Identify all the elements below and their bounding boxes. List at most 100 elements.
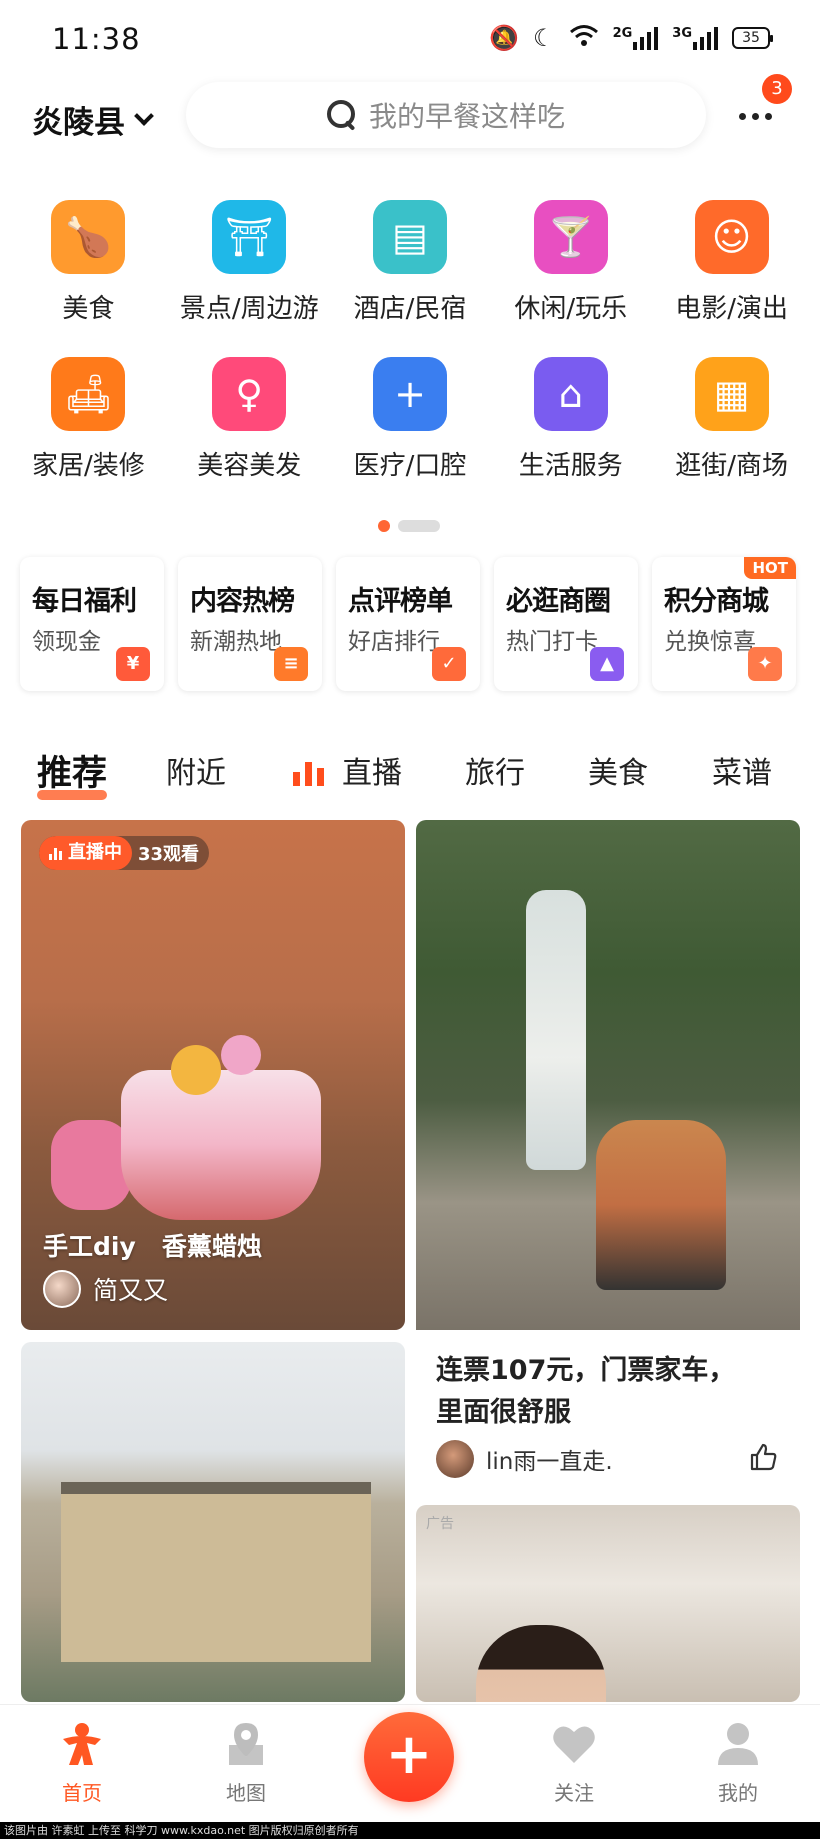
location-selector[interactable]: 炎陵县 (32, 97, 154, 142)
search-input[interactable]: 我的早餐这样吃 (186, 82, 706, 148)
category-label: 美容美发 (197, 451, 302, 481)
nav-follow[interactable]: 关注 (524, 1719, 624, 1806)
thumbs-up-icon[interactable] (748, 1442, 778, 1472)
status-bar: 11:38 🔕 ☾ 2G 3G 35 (0, 0, 820, 80)
live-bars-icon (293, 760, 325, 786)
person-icon (718, 1723, 758, 1765)
feed-card-travel[interactable]: 连票107元，门票家车，里面很舒服 lin雨一直走. (416, 820, 800, 1492)
tab-travel[interactable]: 旅行 (465, 748, 525, 792)
search-icon (326, 100, 357, 130)
ad-label: 广告 (426, 1516, 454, 1532)
map-icon (229, 1723, 263, 1765)
cat-face-icon: ☺ (694, 200, 769, 274)
avatar (43, 1270, 81, 1308)
promo-card[interactable]: 必逛商圈 热门打卡 ▲ (494, 557, 638, 691)
signal-3g-icon: 3G (672, 26, 718, 50)
card-title: 手工diy 香薰蜡烛 (43, 1232, 262, 1261)
card-title: 连票107元，门票家车，里面很舒服 (436, 1355, 736, 1428)
feed-card-ad[interactable]: 广告 (416, 1505, 800, 1702)
category-grid: 🍗 美食 ⛩ 景点/周边游 ▤ 酒店/民宿 🍸 休闲/玩乐 ☺ 电影/演出 🛋 家居/装修 ♀ 美容美发 +… (8, 200, 812, 482)
category-label: 景点/周边游 (179, 294, 319, 324)
feed-card-live[interactable]: 直播中 33观看 手工diy 香薰蜡烛 简又又 (21, 820, 405, 1330)
category-label: 酒店/民宿 (353, 294, 467, 324)
tab-live[interactable]: 直播 (342, 748, 402, 792)
promo-card[interactable]: 每日福利 领现金 ¥ (20, 557, 164, 691)
roast-chicken-icon: 🍗 (51, 200, 126, 274)
mall-icon: ▦ (694, 357, 769, 431)
district-icon: ▲ (590, 647, 624, 681)
home-mascot-icon (63, 1723, 101, 1765)
signal-2g-icon: 2G (613, 26, 659, 50)
search-placeholder: 我的早餐这样吃 (368, 100, 565, 133)
feed-tabs: 推荐 附近 直播 旅行 美食 菜谱 (0, 748, 820, 808)
category-item[interactable]: ⌂ 生活服务 (490, 357, 651, 482)
category-item[interactable]: ☺ 电影/演出 (651, 200, 812, 325)
category-label: 家居/装修 (32, 451, 145, 481)
category-item[interactable]: ♀ 美容美发 (169, 357, 330, 482)
hot-list-icon: ≡ (274, 647, 308, 681)
nav-home[interactable]: 首页 (32, 1719, 132, 1806)
tab-recipe[interactable]: 菜谱 (712, 748, 772, 792)
nav-label-follow: 关注 (554, 1781, 594, 1805)
notification-badge: 3 (762, 74, 792, 104)
category-item[interactable]: ▤ 酒店/民宿 (330, 200, 491, 325)
live-label: 直播中 (68, 842, 122, 863)
interior-image (416, 1505, 800, 1702)
category-item[interactable]: 🍸 休闲/玩乐 (490, 200, 651, 325)
category-label: 医疗/口腔 (353, 451, 467, 481)
category-item[interactable]: ▦ 逛街/商场 (651, 357, 812, 482)
cocktail-icon: 🍸 (533, 200, 608, 274)
card-author[interactable]: lin雨一直走. (436, 1440, 613, 1478)
promo-title: 积分商城 (664, 586, 769, 617)
feed-card-building[interactable] (21, 1342, 405, 1702)
category-label: 美食 (62, 294, 115, 324)
nav-map[interactable]: 地图 (196, 1719, 296, 1806)
watermark-bar: 该图片由 许素虹 上传至 科学刀 www.kxdao.net 图片版权归原创者所… (0, 1822, 820, 1839)
nav-profile[interactable]: 我的 (688, 1719, 788, 1806)
sofa-icon: 🛋 (51, 357, 126, 431)
tab-nearby[interactable]: 附近 (166, 748, 226, 792)
red-envelope-icon: ¥ (116, 647, 150, 681)
author-name: lin雨一直走. (486, 1449, 613, 1475)
hotel-icon: ▤ (372, 200, 447, 274)
tab-recommend[interactable]: 推荐 (37, 745, 107, 796)
live-mini-icon (49, 847, 62, 860)
points-mall-icon: ✦ (748, 647, 782, 681)
add-post-button[interactable]: + (364, 1712, 454, 1802)
live-badge: 直播中 33观看 (39, 836, 210, 870)
battery-icon: 35 (732, 27, 773, 49)
heart-icon (553, 1726, 595, 1763)
status-icons: 🔕 ☾ 2G 3G 35 (489, 24, 773, 52)
nav-label-map: 地图 (226, 1781, 266, 1805)
category-item[interactable]: + 医疗/口腔 (330, 357, 491, 482)
viewer-count: 33观看 (138, 844, 200, 865)
promo-card[interactable]: 点评榜单 好店排行 ✓ (336, 557, 480, 691)
promo-title: 必逛商圈 (506, 586, 611, 617)
promo-title: 内容热榜 (190, 586, 295, 617)
promo-title: 每日福利 (32, 586, 137, 617)
card-author[interactable]: 简又又 (43, 1270, 168, 1308)
promo-card[interactable]: 积分商城 兑换惊喜 ✦ HOT (652, 557, 796, 691)
mute-bell-icon: 🔕 (489, 24, 520, 52)
ranking-badge-icon: ✓ (432, 647, 466, 681)
temple-icon: ⛩ (212, 200, 287, 274)
promo-card[interactable]: 内容热榜 新潮热地 ≡ (178, 557, 322, 691)
avatar (436, 1440, 474, 1478)
promo-title: 点评榜单 (348, 586, 453, 617)
waterfall-image (416, 820, 800, 1330)
page-indicator (378, 520, 440, 532)
category-label: 逛街/商场 (675, 451, 788, 481)
hot-tag: HOT (744, 557, 796, 579)
building-image (21, 1342, 405, 1702)
category-item[interactable]: 🛋 家居/装修 (8, 357, 169, 482)
location-label: 炎陵县 (32, 105, 125, 141)
category-item[interactable]: 🍗 美食 (8, 200, 169, 325)
chevron-down-icon (134, 105, 154, 126)
house-pin-icon: ⌂ (533, 357, 608, 431)
woman-profile-icon: ♀ (212, 357, 287, 431)
status-time: 11:38 (52, 22, 141, 56)
category-item[interactable]: ⛩ 景点/周边游 (169, 200, 330, 325)
nav-label-home: 首页 (62, 1781, 102, 1805)
author-name: 简又又 (93, 1276, 169, 1305)
tab-food[interactable]: 美食 (588, 748, 648, 792)
